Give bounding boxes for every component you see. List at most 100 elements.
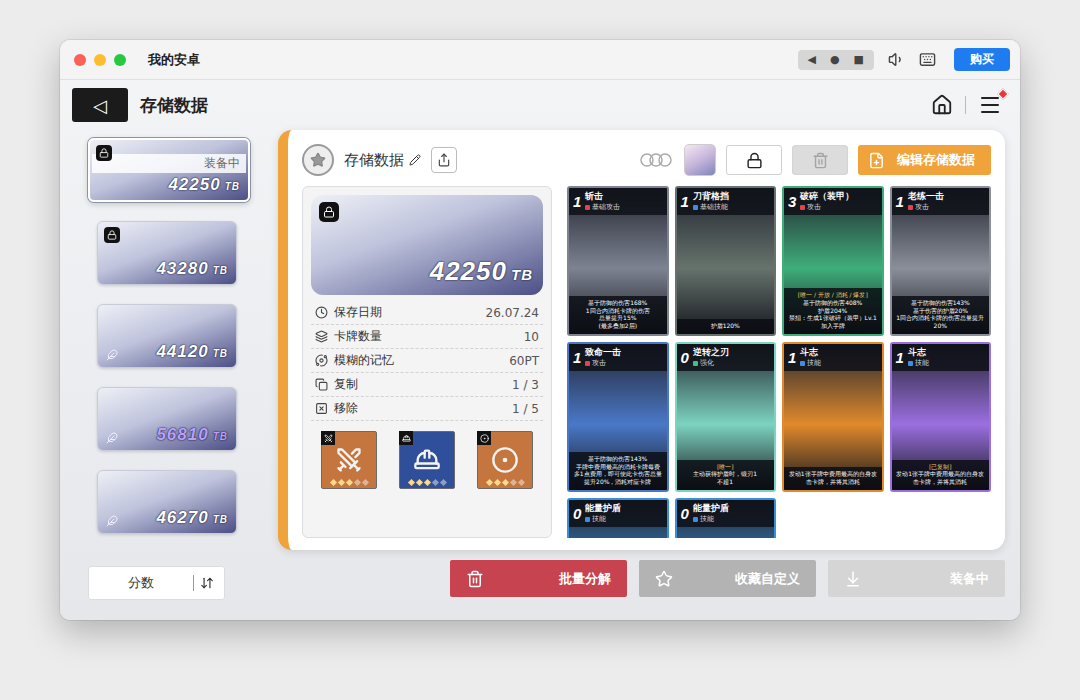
ring-icon	[491, 446, 519, 474]
card-header: 1老练一击攻击	[892, 188, 990, 215]
nav-key[interactable]: ◀	[808, 52, 816, 68]
card-type-icon	[585, 205, 590, 210]
panel-title[interactable]: 存储数据	[344, 151, 421, 170]
minimize-icon[interactable]	[94, 54, 106, 66]
close-icon[interactable]	[74, 54, 86, 66]
lock-badge	[96, 145, 112, 161]
feather-icon	[106, 432, 118, 444]
sort-button[interactable]: 分数	[88, 566, 225, 600]
card-description: 护盾120%	[677, 319, 775, 334]
save-item[interactable]: 43280TB	[97, 221, 237, 285]
card[interactable]: 0能量护盾技能	[567, 498, 669, 538]
card[interactable]: 1老练一击攻击基于防御的伤害143%基于伤害的护盾20%1回合内消耗卡牌的伤害总…	[890, 186, 992, 336]
star-mark	[517, 479, 524, 486]
star-mark	[407, 479, 414, 486]
equipment-item[interactable]	[399, 431, 455, 489]
card-type-icon	[693, 517, 698, 522]
star-mark	[361, 479, 368, 486]
card[interactable]: 1致命一击攻击基于防御的伤害143%手牌中费用最高的消耗卡牌每费多1点费用，即可…	[567, 342, 669, 492]
lock-button[interactable]	[726, 145, 782, 175]
zoom-icon[interactable]	[114, 54, 126, 66]
star-mark	[345, 479, 352, 486]
game-header: ◁存储数据	[60, 80, 1020, 130]
card-cost: 0	[681, 350, 689, 365]
action-button[interactable]: 装备中	[828, 560, 1005, 597]
card-description: 基于防御的伤害168%1回合内消耗卡牌的伤害总量提升15%(最多叠加2层)	[569, 296, 667, 334]
back-button[interactable]: ◁	[72, 88, 128, 122]
card-description: [已复制]发动1张手牌中费用最高的自身攻击卡牌，并将其消耗	[892, 460, 990, 490]
save-preview: 42250TB	[311, 195, 543, 295]
card[interactable]: 3破碎（装甲）攻击[唯一 / 开放 / 消耗 / 爆发]基于防御的伤害408%护…	[782, 186, 884, 336]
info-value: 1 / 3	[512, 378, 539, 392]
nav-key[interactable]: ■	[854, 52, 864, 68]
card-name: 能量护盾	[585, 503, 621, 515]
home-icon[interactable]	[931, 94, 953, 116]
card-type-icon	[585, 517, 590, 522]
equipment-item[interactable]	[477, 431, 533, 489]
save-item[interactable]: 44120TB	[97, 304, 237, 368]
action-label: 收藏自定义	[735, 570, 800, 588]
card-header: 0能量护盾技能	[569, 500, 667, 527]
save-unit: TB	[213, 265, 228, 276]
card[interactable]: 1斗志技能 [已复制]发动1张手牌中费用最高的自身攻击卡牌，并将其消耗	[890, 342, 992, 492]
action-button[interactable]: 批量分解	[450, 560, 627, 597]
card-header: 3破碎（装甲）攻击	[784, 188, 882, 215]
card-description-line: 基于防御的伤害168%	[573, 299, 663, 307]
info-row-icon	[315, 354, 328, 367]
card-name: 刀背格挡	[693, 191, 729, 203]
equipped-label: 装备中	[92, 154, 246, 173]
card[interactable]: 1刀背格挡基础技能护盾120%	[675, 186, 777, 336]
panel-header: 存储数据 编辑存储数据	[302, 142, 991, 178]
star-icon	[655, 570, 673, 588]
action-button[interactable]: 收藏自定义	[639, 560, 816, 597]
card-list: 1斩击基础攻击基于防御的伤害168%1回合内消耗卡牌的伤害总量提升15%(最多叠…	[567, 186, 991, 538]
main-column: 存储数据编辑存储数据42250TB保存日期26.07.24卡牌数量10模糊的记忆…	[278, 130, 1005, 600]
card-type-icon	[908, 205, 913, 210]
star-mark	[501, 479, 508, 486]
page: 我的安卓◀●■购买◁存储数据装备中42250TB43280TB44120TB56…	[0, 0, 1080, 700]
card[interactable]: 0能量护盾技能	[675, 498, 777, 538]
share-button[interactable]	[431, 147, 457, 173]
save-item[interactable]: 56810TB	[97, 387, 237, 451]
card-description: 基于防御的伤害143%手牌中费用最高的消耗卡牌每费多1点费用，即可使此卡伤害总量…	[569, 452, 667, 490]
card-art	[784, 215, 882, 288]
delete-button[interactable]	[792, 145, 848, 175]
buy-button[interactable]: 购买	[954, 48, 1010, 71]
info-row: 复制1 / 3	[311, 373, 543, 397]
save-list: 装备中42250TB 43280TB 44120TB 56810TB 46270TB	[88, 138, 250, 534]
card-description-line: (最多叠加2层)	[573, 322, 663, 330]
card-type: 基础技能	[693, 203, 729, 212]
card-type-icon	[800, 361, 805, 366]
feather-badge	[106, 515, 118, 527]
card-title: 能量护盾技能	[693, 503, 729, 524]
card-art	[677, 215, 775, 319]
edit-save-button[interactable]: 编辑存储数据	[858, 145, 991, 175]
card-tag: [唯一 / 开放 / 消耗 / 爆发]	[788, 291, 878, 299]
card-header: 1斗志技能	[892, 344, 990, 371]
lock-icon	[99, 148, 109, 158]
save-item[interactable]: 装备中42250TB	[88, 138, 250, 202]
card-description-line: 发动1张手牌中费用最高的自身攻击卡牌，并将其消耗	[896, 470, 986, 486]
star-rating	[400, 480, 454, 485]
lock-badge	[104, 227, 120, 243]
info-label: 移除	[334, 400, 358, 417]
keyboard-button[interactable]	[919, 51, 936, 68]
feather-icon	[106, 515, 118, 527]
volume-button[interactable]	[888, 51, 905, 68]
card[interactable]: 0逆转之刃强化[唯一]主动获得护盾时，锻刃1不超1	[675, 342, 777, 492]
window-title: 我的安卓	[148, 51, 200, 69]
card-type: 基础攻击	[585, 203, 620, 212]
sort-icon	[200, 576, 214, 590]
card-name: 斗志	[908, 347, 929, 359]
feather-icon	[106, 349, 118, 361]
header-divider	[965, 96, 966, 114]
menu-button[interactable]	[978, 93, 1002, 117]
card[interactable]: 1斗志技能发动1张手牌中费用最高的自身攻击卡牌，并将其消耗	[782, 342, 884, 492]
equipment-item[interactable]	[321, 431, 377, 489]
save-sidebar: 装备中42250TB 43280TB 44120TB 56810TB 46270TB 分数	[88, 130, 250, 600]
avatar[interactable]	[684, 144, 716, 176]
nav-key[interactable]: ●	[830, 52, 840, 68]
favorite-badge[interactable]	[302, 144, 334, 176]
save-item[interactable]: 46270TB	[97, 470, 237, 534]
card[interactable]: 1斩击基础攻击基于防御的伤害168%1回合内消耗卡牌的伤害总量提升15%(最多叠…	[567, 186, 669, 336]
